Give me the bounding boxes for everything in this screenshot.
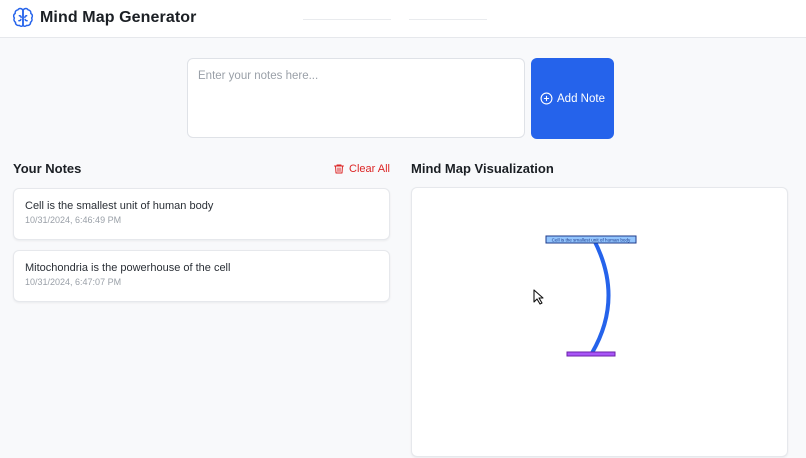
clear-all-label: Clear All <box>349 163 390 175</box>
clear-all-button[interactable]: Clear All <box>333 161 390 177</box>
nav-divider <box>303 19 391 20</box>
mind-map-node-child[interactable] <box>566 351 616 357</box>
visualization-title: Mind Map Visualization <box>411 161 554 176</box>
mind-map-canvas[interactable]: Cell is the smallest unit of human body <box>411 187 788 457</box>
mind-map-node-label: Cell is the smallest unit of human body <box>552 238 631 243</box>
note-timestamp: 10/31/2024, 6:46:49 PM <box>25 215 122 225</box>
add-note-button[interactable]: Add Note <box>531 58 614 139</box>
note-text: Cell is the smallest unit of human body <box>25 200 214 212</box>
notes-section-title: Your Notes <box>13 161 82 176</box>
brain-icon <box>12 7 34 27</box>
app-header: Mind Map Generator <box>0 0 806 38</box>
plus-circle-icon <box>540 92 553 105</box>
mind-map-svg[interactable]: Cell is the smallest unit of human body <box>412 188 789 458</box>
app-title: Mind Map Generator <box>40 9 197 26</box>
brand[interactable]: Mind Map Generator <box>12 7 196 29</box>
note-card[interactable]: Mitochondria is the powerhouse of the ce… <box>13 250 390 302</box>
mouse-cursor-icon <box>533 289 544 305</box>
mind-map-edge <box>590 238 611 355</box>
note-text: Mitochondria is the powerhouse of the ce… <box>25 262 231 274</box>
notes-input[interactable] <box>187 58 525 138</box>
nav-divider <box>409 19 487 20</box>
add-note-label: Add Note <box>557 92 605 105</box>
trash-icon <box>334 164 344 174</box>
note-card[interactable]: Cell is the smallest unit of human body … <box>13 188 390 240</box>
note-timestamp: 10/31/2024, 6:47:07 PM <box>25 277 122 287</box>
